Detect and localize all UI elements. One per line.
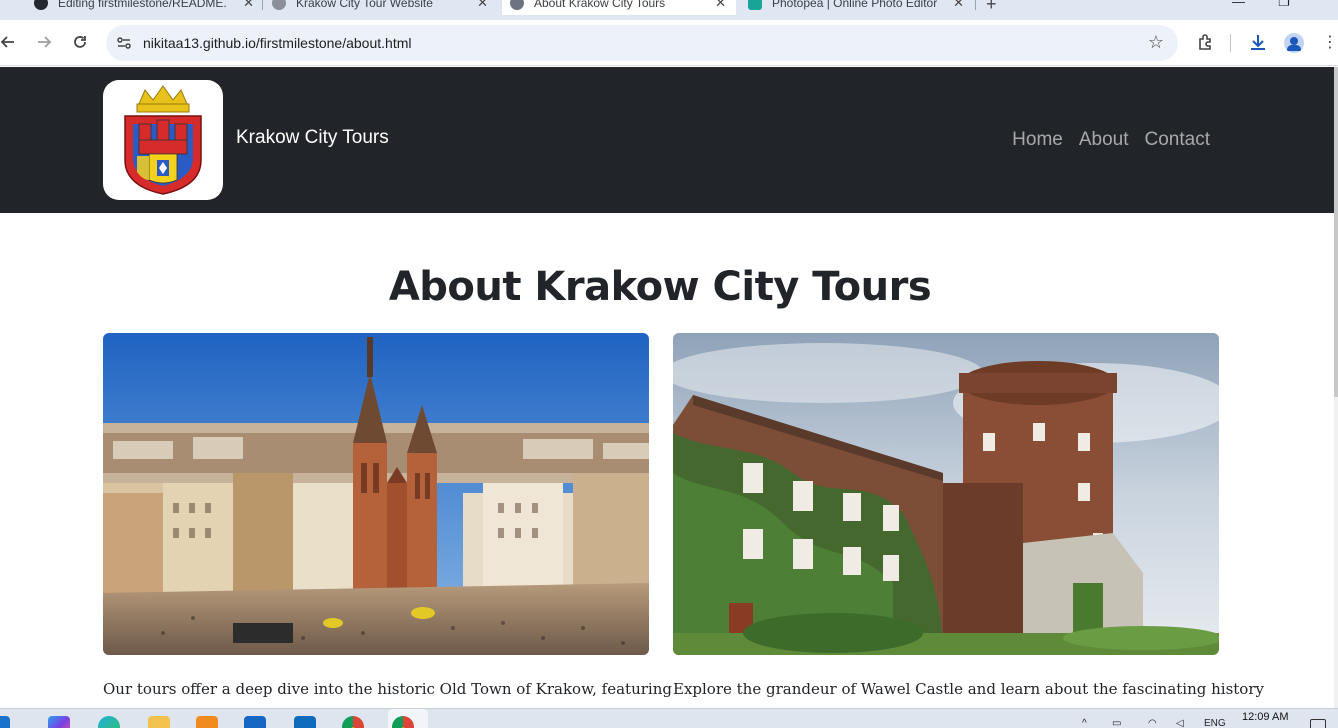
- address-bar[interactable]: nikitaa13.github.io/firstmilestone/about…: [106, 25, 1178, 61]
- restore-icon[interactable]: ❐: [1278, 0, 1290, 10]
- close-tab-icon[interactable]: ✕: [243, 0, 254, 11]
- profile-avatar[interactable]: [1284, 33, 1304, 53]
- tab-title: Krakow City Tour Website: [296, 0, 433, 10]
- nav-link-contact[interactable]: Contact: [1145, 129, 1210, 151]
- store-icon[interactable]: [244, 716, 266, 728]
- krakow-coat-of-arms-logo[interactable]: [103, 80, 223, 200]
- volume-icon[interactable]: ◁: [1176, 718, 1184, 728]
- minimize-icon[interactable]: —: [1232, 0, 1245, 9]
- extensions-icon[interactable]: [1196, 32, 1216, 52]
- tab-separator: [262, 0, 263, 10]
- nav-link-about[interactable]: About: [1079, 129, 1129, 151]
- url-text[interactable]: nikitaa13.github.io/firstmilestone/about…: [143, 35, 411, 51]
- tab-photopea[interactable]: Photopea | Online Photo Editor ✕: [742, 0, 974, 15]
- edge-icon[interactable]: [98, 716, 120, 728]
- globe-icon: [272, 0, 286, 10]
- close-tab-icon[interactable]: ✕: [477, 0, 488, 11]
- app-icon[interactable]: [196, 716, 218, 728]
- nav-link-home[interactable]: Home: [1012, 129, 1063, 151]
- site-settings-icon[interactable]: [116, 35, 132, 51]
- site-navbar: Krakow City Tours Home About Contact: [0, 67, 1334, 213]
- browser-tab-strip: Editing firstmilestone/README. ✕ Krakow …: [0, 0, 1338, 20]
- close-tab-icon[interactable]: ✕: [953, 0, 964, 11]
- page-scrollbar[interactable]: [1334, 67, 1338, 708]
- tab-editing-readme[interactable]: Editing firstmilestone/README. ✕: [28, 0, 264, 15]
- brand-name[interactable]: Krakow City Tours: [236, 127, 389, 149]
- scrollbar-thumb[interactable]: [1334, 67, 1338, 397]
- old-town-market-square-photo: [103, 333, 649, 655]
- bookmark-star-icon[interactable]: ☆: [1148, 32, 1164, 53]
- card-description-old-town: Our tours offer a deep dive into the his…: [103, 680, 672, 698]
- tab-about-krakow-city-tours[interactable]: About Krakow City Tours ✕: [502, 0, 736, 15]
- language-indicator[interactable]: ENG: [1204, 718, 1226, 728]
- file-explorer-icon[interactable]: [148, 716, 170, 728]
- forward-icon[interactable]: [34, 32, 54, 52]
- windows-taskbar: ^ ▭ ◠ ◁ ENG 12:09 AM: [0, 708, 1338, 728]
- card-description-wawel: Explore the grandeur of Wawel Castle and…: [673, 680, 1264, 698]
- start-icon[interactable]: [0, 716, 10, 728]
- tab-title: About Krakow City Tours: [534, 0, 666, 10]
- wifi-icon[interactable]: ◠: [1148, 718, 1157, 728]
- toolbar-divider: [1230, 34, 1231, 52]
- close-tab-icon[interactable]: ✕: [715, 0, 726, 11]
- web-page: Krakow City Tours Home About Contact Abo…: [0, 67, 1334, 708]
- menu-kebab-icon[interactable]: ⋮: [1320, 32, 1338, 52]
- tab-title: Photopea | Online Photo Editor: [772, 0, 938, 10]
- new-tab-button[interactable]: +: [986, 0, 997, 15]
- globe-icon: [510, 0, 524, 10]
- photopea-icon: [748, 0, 762, 10]
- back-icon[interactable]: [0, 32, 18, 52]
- outlook-icon[interactable]: [294, 716, 316, 728]
- browser-toolbar: nikitaa13.github.io/firstmilestone/about…: [0, 20, 1338, 66]
- wawel-castle-photo: [673, 333, 1219, 655]
- chrome-icon[interactable]: [342, 716, 364, 728]
- reload-icon[interactable]: [70, 32, 90, 52]
- tray-chevron-icon[interactable]: ^: [1082, 718, 1087, 728]
- notifications-icon[interactable]: [1310, 719, 1326, 728]
- copilot-icon[interactable]: [48, 716, 70, 728]
- battery-icon[interactable]: ▭: [1112, 718, 1121, 728]
- tab-separator: [975, 0, 976, 10]
- download-icon[interactable]: [1248, 32, 1268, 52]
- main-nav: Home About Contact: [1012, 129, 1210, 151]
- taskbar-clock[interactable]: 12:09 AM: [1242, 711, 1288, 723]
- page-title: About Krakow City Tours: [388, 264, 932, 310]
- tab-title: Editing firstmilestone/README.: [58, 0, 227, 10]
- tab-krakow-city-tour-website[interactable]: Krakow City Tour Website ✕: [266, 0, 498, 15]
- github-icon: [34, 0, 48, 10]
